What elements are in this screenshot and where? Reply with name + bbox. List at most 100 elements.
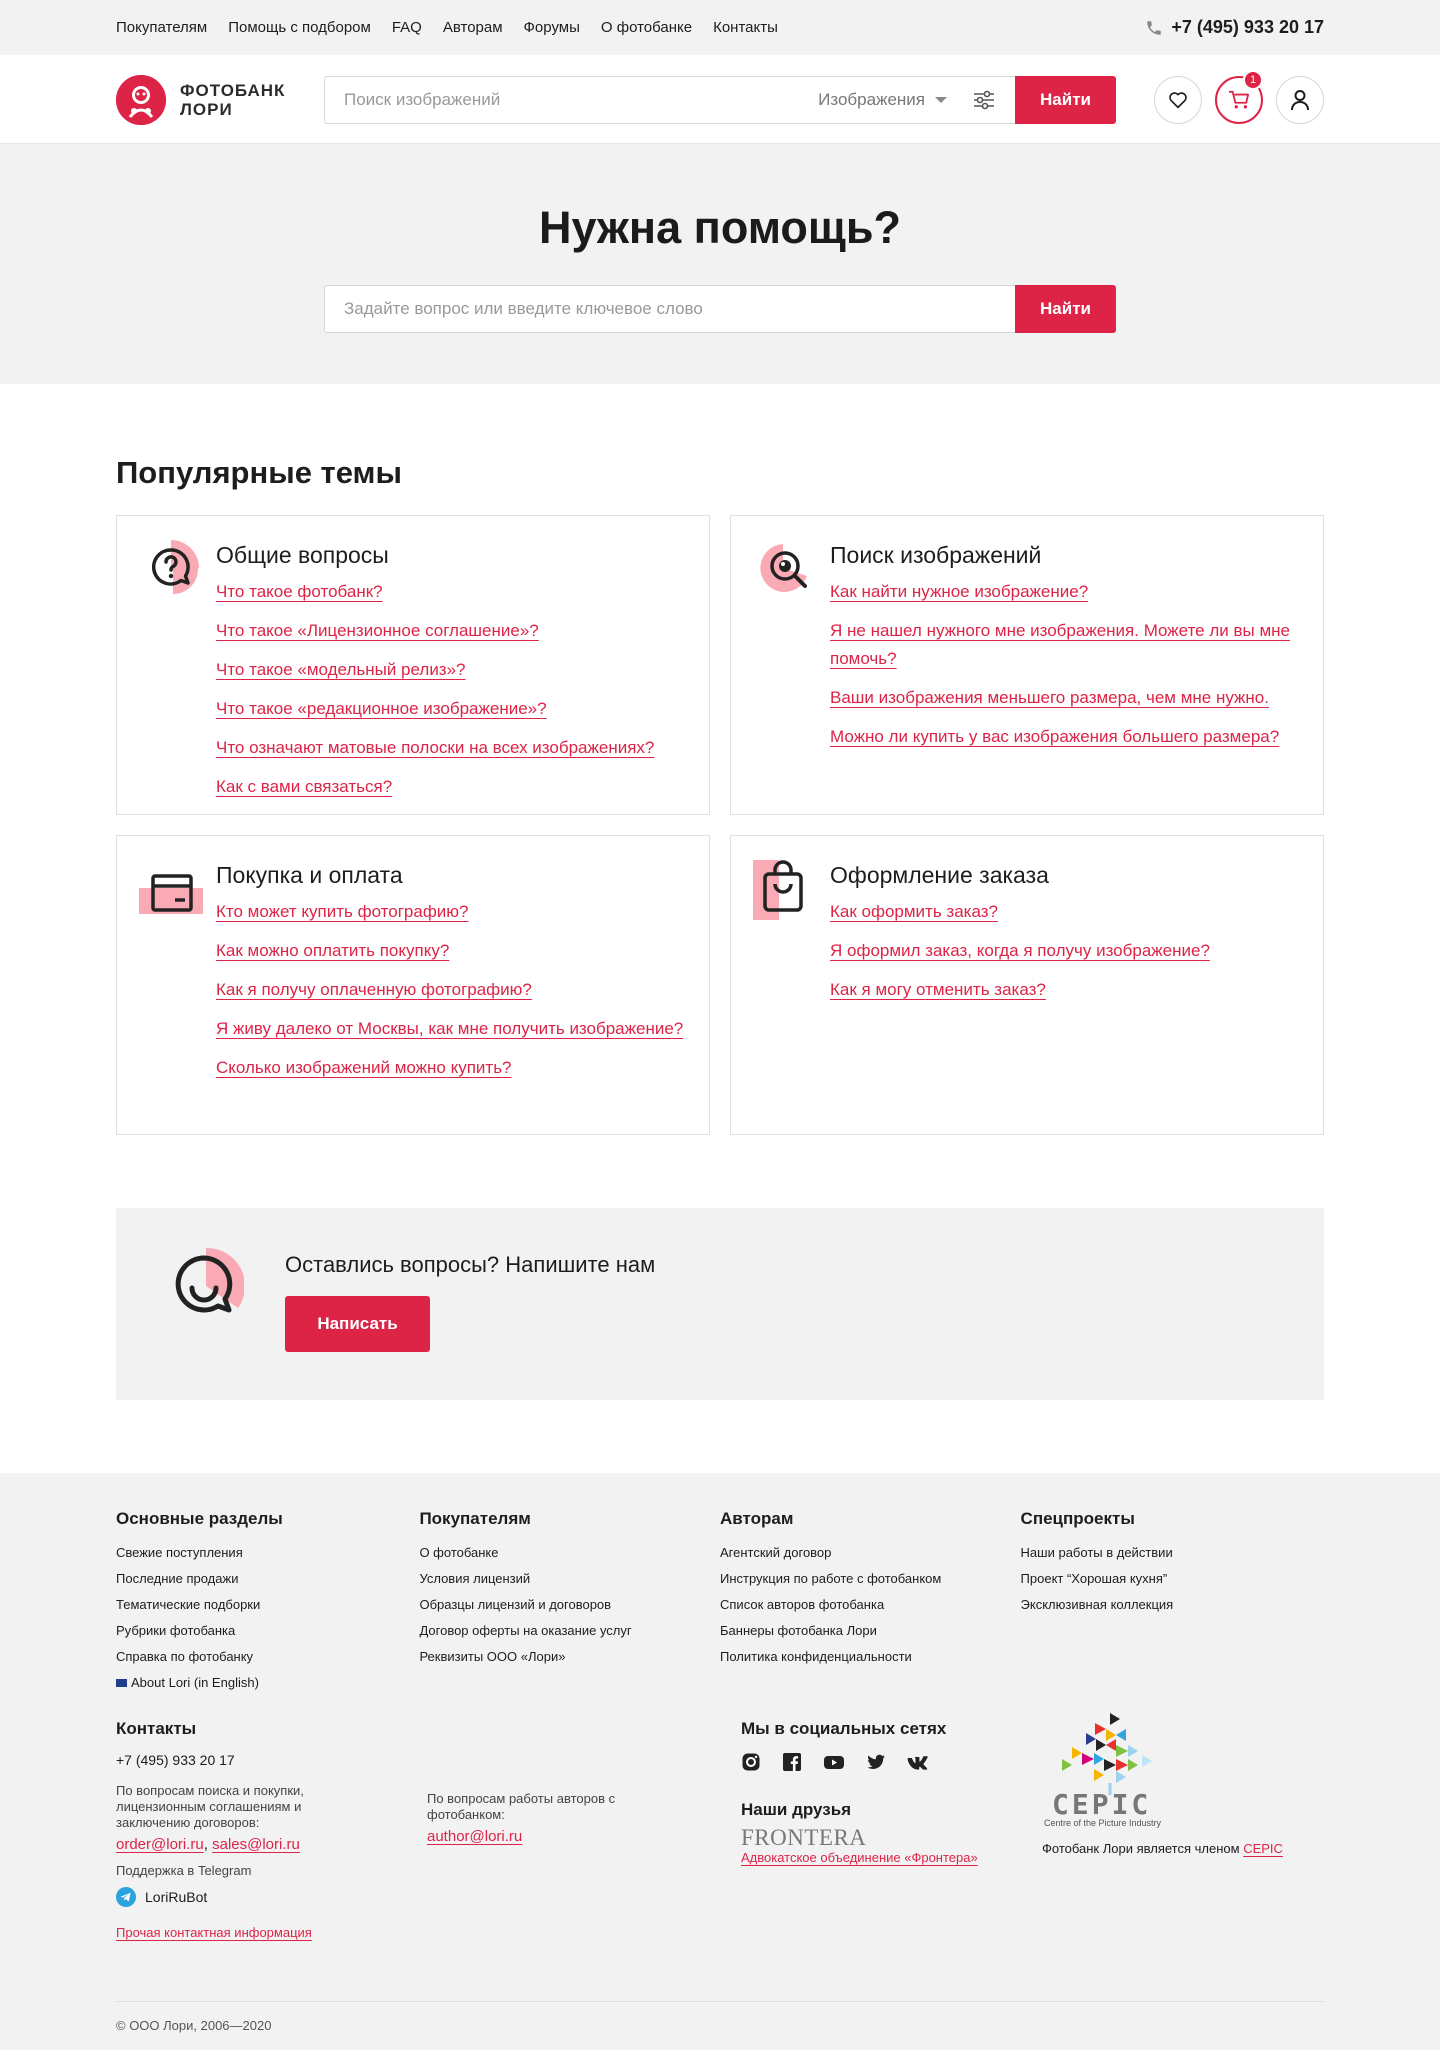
chat-icon (175, 1247, 244, 1313)
uk-flag-icon (116, 1679, 127, 1687)
write-us-button[interactable]: Написать (285, 1296, 430, 1352)
user-icon (1291, 89, 1309, 110)
favorites-button[interactable] (1154, 75, 1202, 124)
top-nav-buyers[interactable]: Покупателям (116, 19, 207, 36)
profile-button[interactable] (1276, 75, 1324, 124)
popular-topics-title: Популярные темы (116, 455, 402, 490)
footer-link[interactable]: Образцы лицензий и договоров (419, 1596, 720, 1613)
faq-link[interactable]: Я живу далеко от Москвы, как мне получит… (216, 1019, 683, 1038)
header-search-button[interactable]: Найти (1015, 75, 1116, 124)
footer-col-title: Авторам (720, 1509, 794, 1528)
other-contacts-link[interactable]: Прочая контактная информация (116, 1925, 312, 1941)
search-type-select[interactable]: Изображения (818, 77, 973, 123)
top-nav: Покупателям Помощь с подбором FAQ Автора… (116, 19, 778, 36)
faq-link[interactable]: Как найти нужное изображение? (830, 582, 1088, 601)
faq-link[interactable]: Как оформить заказ? (830, 902, 998, 921)
faq-link[interactable]: Как с вами связаться? (216, 777, 392, 796)
search-icon (760, 544, 807, 592)
top-nav-faq[interactable]: FAQ (392, 19, 422, 36)
top-bar: Покупателям Помощь с подбором FAQ Автора… (0, 0, 1440, 55)
footer-link[interactable]: Политика конфиденциальности (720, 1648, 1021, 1665)
email-order-link[interactable]: order@lori.ru (116, 1836, 204, 1853)
cart-icon (1229, 90, 1249, 108)
cepic-logo-icon[interactable] (1050, 1709, 1180, 1799)
facebook-icon[interactable] (782, 1752, 802, 1772)
page-title: Нужна помощь? (538, 202, 902, 253)
footer-link-english[interactable]: About Lori (in English) (116, 1674, 419, 1691)
help-search-button[interactable]: Найти (1015, 285, 1116, 333)
footer-link[interactable]: Проект “Хорошая кухня” (1021, 1570, 1324, 1587)
faq-link[interactable]: Сколько изображений можно купить? (216, 1058, 512, 1077)
footer-link[interactable]: Справка по фотобанку (116, 1648, 419, 1665)
faq-link[interactable]: Как я получу оплаченную фотографию? (216, 980, 532, 999)
footer-link[interactable]: Условия лицензий (419, 1570, 720, 1587)
footer-link[interactable]: Рубрики фотобанка (116, 1622, 419, 1639)
footer-link[interactable]: Список авторов фотобанка (720, 1596, 1021, 1613)
cepic-link[interactable]: CEPIC (1243, 1841, 1283, 1856)
faq-link[interactable]: Что означают матовые полоски на всех изо… (216, 738, 654, 757)
telegram-icon (116, 1887, 136, 1907)
topic-card-order: Оформление заказа Как оформить заказ? Я … (730, 835, 1324, 1135)
faq-link[interactable]: Я не нашел нужного мне изображения. Може… (830, 621, 1290, 668)
instagram-icon[interactable] (741, 1752, 761, 1772)
faq-link[interactable]: Можно ли купить у вас изображения больше… (830, 727, 1279, 746)
top-nav-selection-help[interactable]: Помощь с подбором (228, 19, 371, 36)
footer-col-main: Основные разделы Свежие поступления Посл… (116, 1509, 419, 1700)
friends-title: Наши друзья (741, 1800, 852, 1819)
footer-link[interactable]: Агентский договор (720, 1544, 1021, 1561)
frontera-logo[interactable]: FRONTERA (741, 1826, 1001, 1849)
faq-link[interactable]: Как я могу отменить заказ? (830, 980, 1046, 999)
faq-link[interactable]: Что такое «редакционное изображение»? (216, 699, 547, 718)
faq-link[interactable]: Кто может купить фотографию? (216, 902, 469, 921)
telegram-bot-link[interactable]: LoriRuBot (116, 1887, 356, 1907)
email-sales-link[interactable]: sales@lori.ru (212, 1836, 300, 1853)
contact-title: Оставлись вопросы? Напишите нам (285, 1252, 656, 1277)
sliders-icon (974, 90, 994, 109)
footer-link[interactable]: Свежие поступления (116, 1544, 419, 1561)
faq-link[interactable]: Я оформил заказ, когда я получу изображе… (830, 941, 1210, 960)
footer-link[interactable]: Последние продажи (116, 1570, 419, 1587)
frontera-link[interactable]: Адвокатское объединение «Фронтера» (741, 1850, 978, 1866)
faq-link[interactable]: Что такое «модельный релиз»? (216, 660, 466, 679)
youtube-icon[interactable] (823, 1752, 845, 1772)
faq-link[interactable]: Как можно оплатить покупку? (216, 941, 449, 960)
footer-cepic: CEPIC Centre of the Picture Industry Фот… (1042, 1709, 1324, 1857)
footer-link[interactable]: Реквизиты ООО «Лори» (419, 1648, 720, 1665)
footer-link[interactable]: Тематические подборки (116, 1596, 419, 1613)
footer-link[interactable]: Договор оферты на оказание услуг (419, 1622, 720, 1639)
top-nav-authors[interactable]: Авторам (443, 19, 503, 36)
card-icon (139, 874, 203, 914)
faq-link[interactable]: Ваши изображения меньшего размера, чем м… (830, 688, 1269, 707)
copyright: © ООО Лори, 2006—2020 (116, 2018, 272, 2033)
footer-link[interactable]: Наши работы в действии (1021, 1544, 1324, 1561)
heart-icon (1169, 91, 1187, 108)
filter-button[interactable] (973, 77, 1015, 123)
footer-link[interactable]: Эксклюзивная коллекция (1021, 1596, 1324, 1613)
footer-phone[interactable]: +7 (495) 933 20 17 (116, 1752, 356, 1768)
logo-text: ФОТОБАНК ЛОРИ (180, 80, 286, 119)
faq-link[interactable]: Что такое «Лицензионное соглашение»? (216, 621, 539, 640)
logo[interactable]: ФОТОБАНК ЛОРИ (116, 74, 324, 125)
email-author-link[interactable]: author@lori.ru (427, 1829, 522, 1845)
faq-link[interactable]: Что такое фотобанк? (216, 582, 383, 601)
cepic-subtitle: Centre of the Picture Industry (1044, 1818, 1162, 1828)
twitter-icon[interactable] (866, 1752, 886, 1772)
header-phone[interactable]: +7 (495) 933 20 17 (1145, 17, 1324, 38)
topic-card-search: Поиск изображений Как найти нужное изобр… (730, 515, 1324, 815)
top-nav-about[interactable]: О фотобанке (601, 19, 692, 36)
topic-card-payment: Покупка и оплата Кто может купить фотогр… (116, 835, 710, 1135)
footer-link[interactable]: Баннеры фотобанка Лори (720, 1622, 1021, 1639)
help-search-input[interactable]: Задайте вопрос или введите ключевое слов… (325, 286, 1015, 332)
header-search-input[interactable]: Поиск изображений (325, 77, 818, 123)
footer-link[interactable]: О фотобанке (419, 1544, 720, 1561)
footer-link[interactable]: Инструкция по работе с фотобанком (720, 1570, 1021, 1587)
vk-icon[interactable] (907, 1752, 929, 1772)
cart-button[interactable]: 1 (1215, 69, 1263, 124)
logo-mark-icon (116, 74, 166, 125)
cart-count-badge: 1 (1243, 69, 1263, 90)
top-nav-contacts[interactable]: Контакты (713, 19, 778, 36)
top-nav-forums[interactable]: Форумы (524, 19, 580, 36)
bag-icon (753, 860, 803, 920)
site-footer: Основные разделы Свежие поступления Посл… (0, 1473, 1440, 2050)
header-phone-number: +7 (495) 933 20 17 (1171, 17, 1324, 37)
